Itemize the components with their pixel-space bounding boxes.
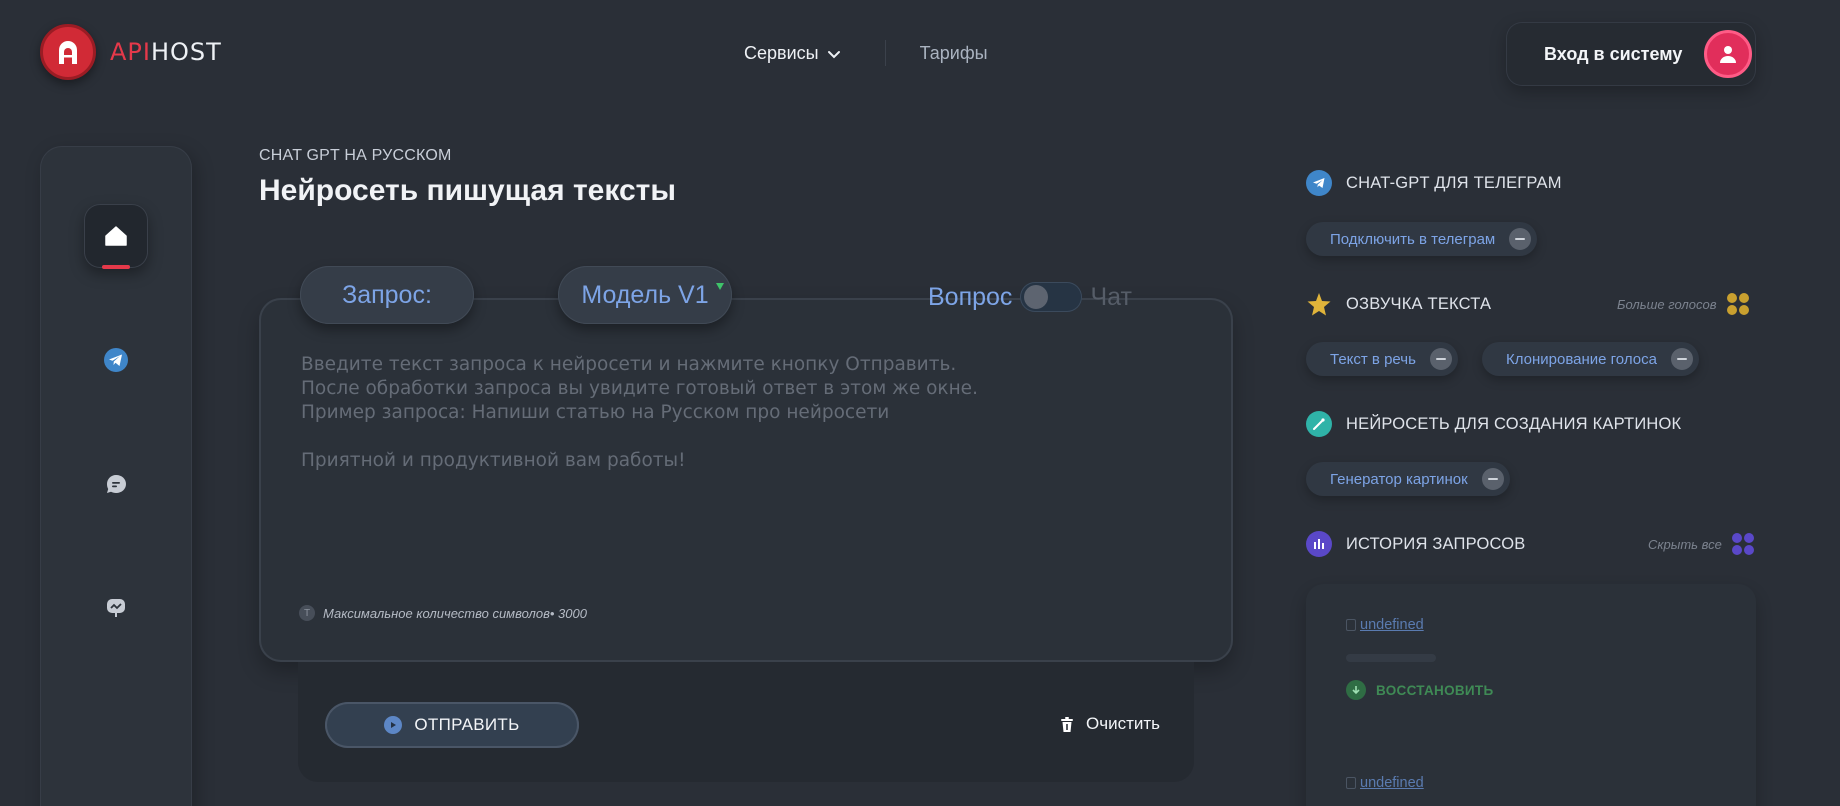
text-icon: T (299, 605, 315, 621)
minus-icon[interactable] (1509, 228, 1532, 250)
brand-logo[interactable]: APIHOST (40, 24, 222, 80)
chip-text-to-speech-label: Текст в речь (1330, 350, 1416, 368)
chip-image-generator-label: Генератор картинок (1330, 470, 1468, 488)
history-item-label: undefined (1360, 775, 1424, 791)
login-label: Вход в систему (1544, 43, 1683, 64)
dropdown-caret-icon (716, 283, 724, 290)
section-tts-title: ОЗВУЧКА ТЕКСТА (1346, 294, 1492, 313)
chat-icon (107, 475, 126, 493)
nav-tariffs[interactable]: Тарифы (920, 43, 988, 64)
telegram-icon (104, 348, 128, 372)
section-images-title: НЕЙРОСЕТЬ ДЛЯ СОЗДАНИЯ КАРТИНОК (1346, 414, 1682, 433)
mode-switch[interactable] (1020, 282, 1083, 312)
minus-icon[interactable] (1481, 468, 1504, 490)
chip-voice-cloning-label: Клонирование голоса (1506, 350, 1657, 368)
model-select[interactable]: Модель V1 (558, 266, 732, 324)
user-icon (1704, 30, 1752, 78)
nav-services-label: Сервисы (744, 42, 819, 63)
chip-connect-telegram-label: Подключить в телеграм (1330, 230, 1496, 248)
restore-label: ВОССТАНОВИТЬ (1376, 682, 1494, 698)
brand-name: APIHOST (110, 38, 222, 66)
more-voices-label: Больше голосов (1617, 296, 1717, 312)
section-tts: ОЗВУЧКА ТЕКСТА (1306, 291, 1491, 317)
trash-icon (1061, 717, 1073, 732)
tab-request-label: Запрос: (342, 280, 432, 309)
minus-icon[interactable] (1670, 348, 1693, 370)
section-telegram: CHAT-GPT ДЛЯ ТЕЛЕГРАМ (1306, 170, 1562, 196)
nav-divider (884, 40, 886, 66)
nav-services[interactable]: Сервисы (744, 43, 843, 64)
history-item[interactable]: undefined (1346, 775, 1424, 791)
history-item-label: undefined (1360, 617, 1424, 633)
sidebar-item-chat[interactable] (84, 452, 148, 516)
login-button[interactable]: Вход в систему (1506, 22, 1756, 86)
section-telegram-title: CHAT-GPT ДЛЯ ТЕЛЕГРАМ (1346, 173, 1562, 192)
send-label: ОТПРАВИТЬ (414, 715, 520, 734)
send-icon (384, 716, 403, 734)
sidebar (40, 146, 192, 806)
chip-voice-cloning[interactable]: Клонирование голоса (1482, 342, 1699, 376)
minus-icon[interactable] (1429, 348, 1452, 370)
magic-wand-icon (1306, 411, 1332, 437)
chevron-down-icon (827, 50, 840, 58)
sidebar-item-images[interactable] (84, 576, 148, 640)
active-indicator (102, 265, 130, 269)
document-icon (1346, 777, 1356, 789)
grid-icon (1731, 533, 1754, 555)
history-chart-icon (1306, 531, 1332, 557)
model-select-label: Модель V1 (581, 280, 709, 309)
chip-image-generator[interactable]: Генератор картинок (1306, 462, 1510, 496)
chip-text-to-speech[interactable]: Текст в речь (1306, 342, 1458, 376)
max-chars-info: T Максимальное количество символов• 3000 (299, 605, 587, 621)
top-nav: Сервисы Тарифы (744, 40, 988, 66)
switch-knob (1024, 285, 1049, 309)
prompt-placeholder[interactable]: Введите текст запроса к нейросети и нажм… (301, 353, 1201, 473)
send-button[interactable]: ОТПРАВИТЬ (325, 702, 579, 748)
home-icon (105, 226, 127, 246)
grid-icon (1726, 293, 1749, 315)
tab-request[interactable]: Запрос: (300, 266, 474, 324)
star-icon (1306, 291, 1332, 317)
mode-toggle: Вопрос Чат (928, 282, 1132, 312)
restore-button[interactable]: ВОССТАНОВИТЬ (1346, 680, 1493, 700)
document-icon (1346, 619, 1356, 631)
mode-chat-label[interactable]: Чат (1090, 283, 1131, 312)
more-voices-link[interactable]: Больше голосов (1617, 293, 1749, 315)
logo-badge-icon (40, 24, 96, 80)
hide-all-label: Скрыть все (1648, 536, 1722, 552)
mode-question-label[interactable]: Вопрос (928, 283, 1012, 312)
download-icon (1346, 680, 1366, 700)
page-eyebrow: CHAT GPT НА РУССКОМ (259, 147, 452, 164)
max-chars-label: Максимальное количество символов• 3000 (323, 605, 587, 621)
clear-label: Очистить (1086, 714, 1161, 733)
sidebar-item-home[interactable] (84, 204, 148, 268)
section-images: НЕЙРОСЕТЬ ДЛЯ СОЗДАНИЯ КАРТИНОК (1306, 411, 1681, 437)
page-title: Нейросеть пишущая тексты (259, 174, 676, 207)
chip-connect-telegram[interactable]: Подключить в телеграм (1306, 222, 1538, 256)
image-icon (107, 599, 125, 617)
section-history: ИСТОРИЯ ЗАПРОСОВ (1306, 531, 1525, 557)
history-item-faded (1346, 654, 1436, 662)
hide-all-link[interactable]: Скрыть все (1648, 533, 1754, 555)
sidebar-item-telegram[interactable] (84, 328, 148, 392)
telegram-icon (1306, 170, 1332, 196)
section-history-title: ИСТОРИЯ ЗАПРОСОВ (1346, 534, 1526, 553)
clear-button[interactable]: Очистить (1058, 714, 1160, 734)
history-item[interactable]: undefined (1346, 617, 1424, 633)
